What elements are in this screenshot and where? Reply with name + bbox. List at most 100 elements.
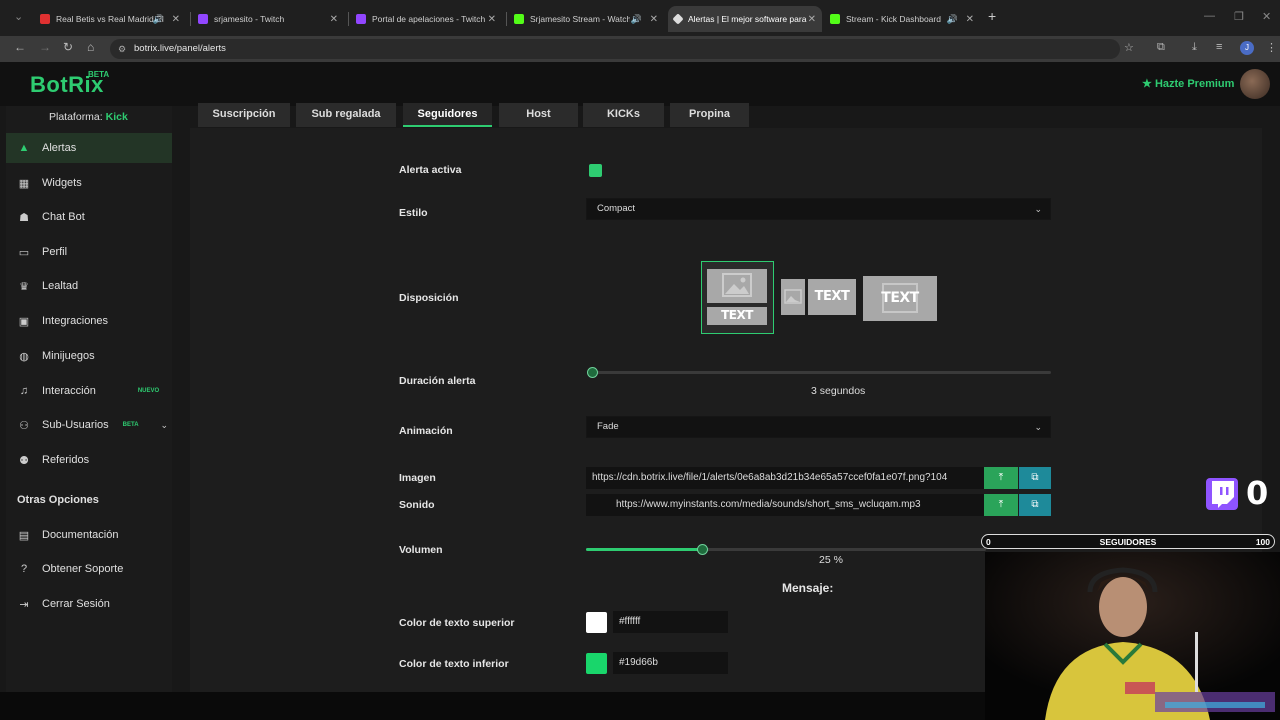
tab-host[interactable]: Host: [499, 103, 578, 127]
tab-sub-regalada[interactable]: Sub regalada: [296, 103, 396, 127]
active-alert-checkbox[interactable]: [589, 164, 602, 177]
top-text-color-swatch[interactable]: [586, 612, 607, 633]
style-select[interactable]: Compact ⌄: [586, 198, 1051, 220]
download-icon[interactable]: ⤓: [1192, 41, 1197, 54]
app-header: [0, 62, 1280, 106]
back-icon[interactable]: ←: [14, 40, 26, 54]
image-placeholder-icon: [707, 269, 767, 303]
sidebar-item-widgets[interactable]: ▦ Widgets: [6, 168, 172, 198]
image-url-input[interactable]: https://cdn.botrix.live/file/1/alerts/0e…: [586, 467, 984, 489]
browser-tab-2[interactable]: srjamesito - Twitch ✕: [194, 6, 344, 32]
sidebar-item-interaccion[interactable]: ♫ Interacción NUEVO: [6, 376, 172, 406]
layout-label: Disposición: [399, 292, 459, 304]
image-label: Imagen: [399, 472, 436, 484]
top-text-color-input[interactable]: #ffffff: [613, 611, 728, 633]
layout-option-overlay[interactable]: TEXT: [863, 276, 937, 321]
sidebar-item-documentacion[interactable]: ▤ Documentación: [6, 520, 172, 550]
sidebar-item-sub-usuarios[interactable]: ⚇ Sub-Usuarios BETA ⌄: [6, 410, 172, 440]
book-icon: ▤: [18, 529, 30, 542]
bookmark-star-icon[interactable]: ☆: [1124, 41, 1134, 54]
close-tab-icon[interactable]: ✕: [808, 14, 816, 25]
close-tab-icon[interactable]: ✕: [330, 14, 338, 25]
sound-label: Sonido: [399, 499, 435, 511]
volume-slider-handle[interactable]: [697, 544, 708, 555]
browser-tab-6[interactable]: Stream - Kick Dashboard 🔊 ✕: [826, 6, 980, 32]
speaker-icon[interactable]: 🔊: [631, 14, 642, 25]
sidebar-item-integraciones[interactable]: ▣ Integraciones: [6, 306, 172, 336]
browser-tab-1[interactable]: Real Betis vs Real Madrid El 🔊 ✕: [36, 6, 186, 32]
id-card-icon: ▭: [18, 246, 30, 259]
sound-gallery-icon[interactable]: ⧉: [1019, 494, 1051, 516]
upload-image-icon[interactable]: ⤒: [984, 467, 1018, 489]
image-gallery-icon[interactable]: ⧉: [1019, 467, 1051, 489]
upload-sound-icon[interactable]: ⤒: [984, 494, 1018, 516]
trophy-icon: ♛: [19, 280, 29, 293]
restore-icon[interactable]: ❐: [1234, 10, 1244, 23]
message-heading: Mensaje:: [782, 581, 834, 595]
sound-url-input[interactable]: https://www.myinstants.com/media/sounds/…: [586, 494, 984, 516]
browser-tab-5[interactable]: Alertas | El mejor software para ✕: [668, 6, 822, 32]
sidebar-item-minijuegos[interactable]: ◍ Minijuegos: [6, 341, 172, 371]
new-badge: NUEVO: [137, 388, 160, 394]
media-control-icon[interactable]: ≡: [1216, 41, 1222, 53]
tab-search-chevron-icon[interactable]: ⌄: [14, 10, 23, 23]
speaker-icon[interactable]: 🔊: [947, 14, 958, 25]
youtube-icon: [40, 14, 50, 24]
menu-dots-icon[interactable]: ⋮: [1266, 41, 1277, 54]
layout-option-stacked[interactable]: TEXT: [701, 261, 774, 334]
speaker-icon[interactable]: 🔊: [153, 14, 164, 25]
style-label: Estilo: [399, 207, 428, 219]
minimize-icon[interactable]: —: [1204, 10, 1215, 22]
duration-slider-track[interactable]: [592, 371, 1051, 374]
chevron-down-icon: ⌄: [1034, 422, 1042, 432]
sidebar-item-perfil[interactable]: ▭ Perfil: [6, 237, 172, 267]
puzzle-icon: ▣: [18, 315, 30, 328]
tab-suscripcion[interactable]: Suscripción: [198, 103, 290, 127]
user-avatar[interactable]: [1240, 69, 1270, 99]
chevron-down-icon[interactable]: ⌄: [161, 420, 169, 431]
close-tab-icon[interactable]: ✕: [172, 14, 180, 25]
window-bottom-edge: [0, 692, 985, 720]
browser-tab-4[interactable]: Srjamesito Stream - Watch 🔊 ✕: [510, 6, 664, 32]
users-icon: ⚇: [19, 419, 29, 432]
bottom-text-color-input[interactable]: #19d66b: [613, 652, 728, 674]
browser-tab-3[interactable]: Portal de apelaciones - Twitch ✕: [352, 6, 502, 32]
layout-option-side[interactable]: TEXT: [781, 279, 856, 315]
address-bar[interactable]: ⚙ botrix.live/panel/alerts: [110, 39, 1120, 59]
sidebar-item-chat-bot[interactable]: ☗ Chat Bot: [6, 202, 172, 232]
extensions-icon[interactable]: ⧉: [1157, 41, 1165, 54]
sidebar-item-soporte[interactable]: ? Obtener Soporte: [6, 554, 172, 584]
new-tab-icon[interactable]: +: [988, 8, 996, 24]
help-icon: ?: [20, 563, 28, 575]
image-placeholder-icon: [781, 279, 805, 315]
sidebar-item-referidos[interactable]: ⚉ Referidos: [6, 445, 172, 475]
robot-icon: ☗: [19, 211, 29, 224]
follower-count: 0: [1246, 474, 1269, 512]
layout-text-sample: TEXT: [881, 290, 919, 306]
forward-icon[interactable]: →: [39, 40, 51, 54]
close-tab-icon[interactable]: ✕: [488, 14, 496, 25]
chevron-down-icon: ⌄: [1034, 204, 1042, 214]
browser-toolbar: ← → ↻ ⌂ ⚙ botrix.live/panel/alerts ☆ ⧉ ⤓…: [0, 36, 1280, 62]
bottom-text-color-swatch[interactable]: [586, 653, 607, 674]
sidebar-item-lealtad[interactable]: ♛ Lealtad: [6, 271, 172, 301]
tab-kicks[interactable]: KICKs: [583, 103, 664, 127]
tab-seguidores[interactable]: Seguidores: [403, 103, 492, 127]
tab-propina[interactable]: Propina: [670, 103, 749, 127]
reload-icon[interactable]: ↻: [63, 40, 73, 54]
volume-label: Volumen: [399, 544, 443, 556]
home-icon[interactable]: ⌂: [87, 40, 94, 54]
duration-slider-handle[interactable]: [587, 367, 598, 378]
close-tab-icon[interactable]: ✕: [966, 14, 974, 25]
sidebar-item-alertas[interactable]: ▲ Alertas: [6, 133, 172, 163]
premium-button[interactable]: ★ Hazte Premium: [1142, 77, 1234, 90]
close-tab-icon[interactable]: ✕: [650, 14, 658, 25]
close-window-icon[interactable]: ✕: [1262, 10, 1271, 23]
animation-select[interactable]: Fade ⌄: [586, 416, 1051, 438]
platform-indicator: Plataforma: Kick: [49, 111, 128, 123]
profile-avatar[interactable]: J: [1240, 41, 1254, 55]
site-info-icon[interactable]: ⚙: [118, 39, 126, 59]
gamepad-icon: ◍: [19, 350, 29, 363]
volume-value: 25 %: [819, 554, 843, 566]
sidebar-item-cerrar-sesion[interactable]: ⇥ Cerrar Sesión: [6, 589, 172, 619]
